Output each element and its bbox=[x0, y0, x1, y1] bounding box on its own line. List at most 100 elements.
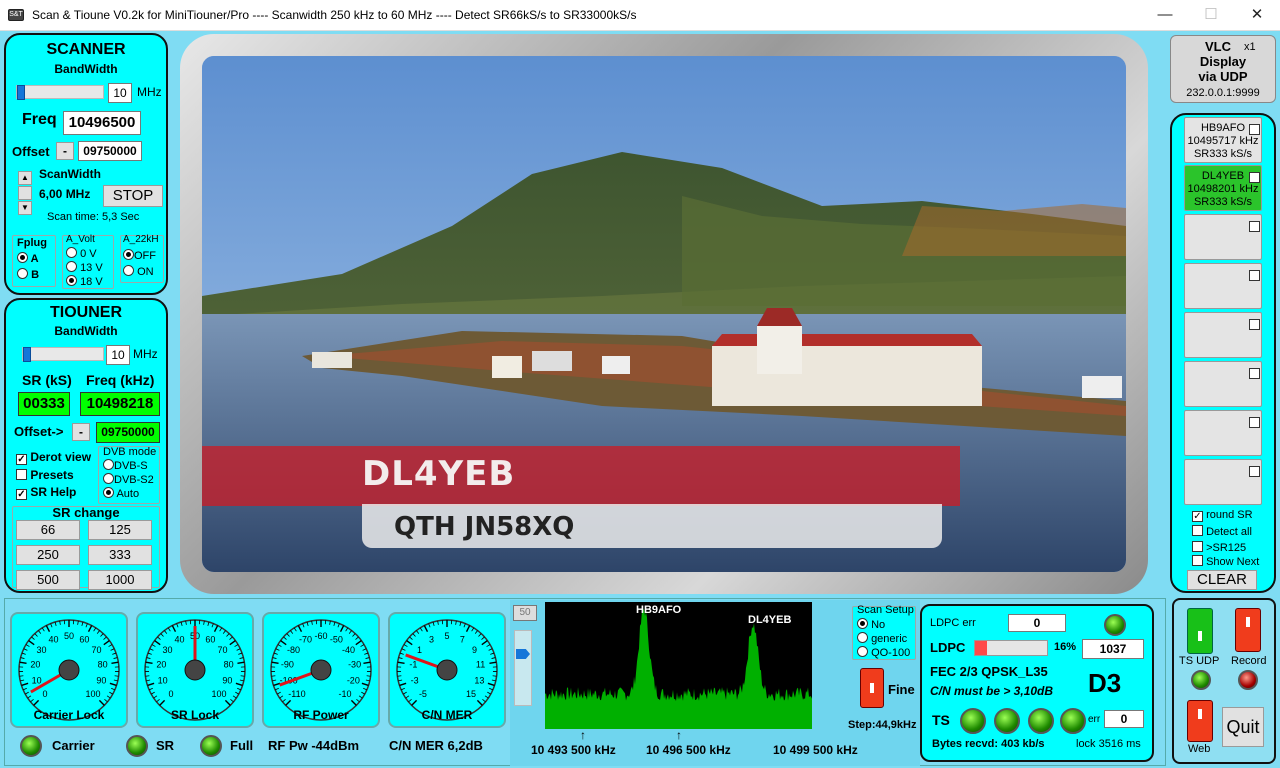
title-bar: S&T Scan & Tioune V0.2k for MiniTiouner/… bbox=[0, 0, 1280, 31]
dvb-s-option[interactable]: DVB-S bbox=[103, 459, 148, 472]
station-slot-4[interactable] bbox=[1184, 263, 1262, 309]
sr-button-66[interactable]: 66 bbox=[16, 520, 80, 540]
stop-button[interactable]: STOP bbox=[103, 185, 163, 207]
station-slot-7[interactable] bbox=[1184, 410, 1262, 456]
radio-icon[interactable] bbox=[17, 252, 28, 263]
scan-setup-generic[interactable]: generic bbox=[857, 632, 907, 645]
sr-help-checkbox[interactable]: ✓ SR Help bbox=[16, 485, 76, 500]
scanwidth-down-button[interactable]: ▼ bbox=[18, 201, 32, 215]
radio-icon[interactable] bbox=[857, 646, 868, 657]
video-display[interactable]: DL4YEB QTH JN58XQ bbox=[202, 56, 1126, 572]
minimize-button[interactable]: — bbox=[1142, 0, 1188, 31]
radio-icon[interactable] bbox=[66, 275, 77, 286]
radio-icon[interactable] bbox=[123, 249, 134, 260]
station-select-checkbox[interactable] bbox=[1249, 417, 1260, 428]
checkbox-icon[interactable] bbox=[16, 469, 27, 480]
slider-thumb[interactable] bbox=[23, 347, 31, 362]
sr125-checkbox[interactable]: >SR125 bbox=[1192, 541, 1246, 554]
sr-button-125[interactable]: 125 bbox=[88, 520, 152, 540]
tiouner-offset-value[interactable]: 09750000 bbox=[96, 422, 160, 443]
scan-setup-no[interactable]: No bbox=[857, 618, 885, 631]
radio-icon[interactable] bbox=[66, 261, 77, 272]
a22k-option-on[interactable]: ON bbox=[123, 265, 154, 278]
round-sr-checkbox[interactable]: ✓ round SR bbox=[1192, 509, 1253, 522]
quit-button[interactable]: Quit bbox=[1222, 707, 1264, 747]
dvb-s2-option[interactable]: DVB-S2 bbox=[103, 473, 154, 486]
station-slot-6[interactable] bbox=[1184, 361, 1262, 407]
close-button[interactable]: ✕ bbox=[1234, 0, 1280, 31]
spectrum-level-slider[interactable] bbox=[514, 630, 532, 706]
scanwidth-up-button[interactable]: ▲ bbox=[18, 171, 32, 185]
station-select-checkbox[interactable] bbox=[1249, 172, 1260, 183]
scanwidth-mid-button[interactable] bbox=[18, 186, 32, 200]
scanner-freq-input[interactable]: 10496500 bbox=[63, 111, 141, 135]
slider-thumb[interactable] bbox=[17, 85, 25, 100]
slider-thumb[interactable] bbox=[516, 649, 530, 659]
radio-icon[interactable] bbox=[123, 265, 134, 276]
checkbox-icon[interactable]: ✓ bbox=[1192, 511, 1203, 522]
web-toggle[interactable] bbox=[1187, 700, 1213, 742]
radio-icon[interactable] bbox=[66, 247, 77, 258]
scan-setup-qo100[interactable]: QO-100 bbox=[857, 646, 910, 659]
avolt-option-0[interactable]: 0 V bbox=[66, 247, 97, 260]
station-button-hb9afo[interactable]: HB9AFO 10495717 kHz SR333 kS/s bbox=[1184, 117, 1262, 163]
tiouner-offset-sign-button[interactable]: - bbox=[72, 423, 90, 441]
dvb-mode-label: DVB mode bbox=[103, 446, 157, 458]
station-select-checkbox[interactable] bbox=[1249, 221, 1260, 232]
radio-icon[interactable] bbox=[103, 487, 114, 498]
scanner-offset-sign-button[interactable]: - bbox=[56, 142, 74, 160]
checkbox-icon[interactable] bbox=[1192, 541, 1203, 552]
station-button-dl4yeb[interactable]: DL4YEB 10498201 kHz SR333 kS/s bbox=[1184, 165, 1262, 211]
sr-button-333[interactable]: 333 bbox=[88, 545, 152, 565]
toggle-handle bbox=[1198, 631, 1202, 641]
station-select-checkbox[interactable] bbox=[1249, 270, 1260, 281]
vlc-display-button[interactable]: VLC x1 Display via UDP 232.0.0.1:9999 bbox=[1170, 35, 1276, 103]
sr-button-500[interactable]: 500 bbox=[16, 570, 80, 590]
radio-icon[interactable] bbox=[103, 473, 114, 484]
sr-button-250[interactable]: 250 bbox=[16, 545, 80, 565]
station-select-checkbox[interactable] bbox=[1249, 466, 1260, 477]
scanner-offset-input[interactable]: 09750000 bbox=[78, 141, 142, 161]
record-toggle[interactable] bbox=[1235, 608, 1261, 652]
station-slot-3[interactable] bbox=[1184, 214, 1262, 260]
station-select-checkbox[interactable] bbox=[1249, 368, 1260, 379]
radio-icon[interactable] bbox=[103, 459, 114, 470]
maximize-button[interactable]: ☐ bbox=[1188, 0, 1234, 31]
station-slot-5[interactable] bbox=[1184, 312, 1262, 358]
sr-button-1000[interactable]: 1000 bbox=[88, 570, 152, 590]
tiouner-bandwidth-slider[interactable] bbox=[22, 347, 104, 362]
a22k-option-off[interactable]: OFF bbox=[123, 249, 156, 262]
gauge-tick-label: 100 bbox=[86, 689, 101, 699]
checkbox-icon[interactable]: ✓ bbox=[16, 454, 27, 465]
derot-view-checkbox[interactable]: ✓ Derot view bbox=[16, 450, 91, 465]
radio-icon[interactable] bbox=[857, 618, 868, 629]
station-select-checkbox[interactable] bbox=[1249, 124, 1260, 135]
tiouner-panel: TIOUNER BandWidth 10 MHz SR (kS) Freq (k… bbox=[4, 298, 168, 593]
ts-udp-toggle[interactable] bbox=[1187, 608, 1213, 654]
checkbox-icon[interactable] bbox=[1192, 525, 1203, 536]
fine-toggle[interactable] bbox=[860, 668, 884, 708]
spectrum-level-value[interactable]: 50 bbox=[513, 605, 537, 621]
avolt-option-13[interactable]: 13 V bbox=[66, 261, 103, 274]
presets-checkbox[interactable]: Presets bbox=[16, 468, 74, 482]
d3-label: D3 bbox=[1088, 668, 1122, 698]
detect-all-checkbox[interactable]: Detect all bbox=[1192, 525, 1252, 538]
scanner-bandwidth-value[interactable]: 10 bbox=[108, 83, 132, 103]
show-next-checkbox[interactable]: Show Next bbox=[1192, 555, 1259, 568]
radio-icon[interactable] bbox=[17, 268, 28, 279]
station-select-checkbox[interactable] bbox=[1249, 319, 1260, 330]
dvb-auto-option[interactable]: Auto bbox=[103, 487, 139, 500]
avolt-option-18[interactable]: 18 V bbox=[66, 275, 103, 288]
ldpc-bar bbox=[974, 640, 1048, 656]
fplug-option-b[interactable]: B bbox=[17, 268, 39, 281]
checkbox-icon[interactable] bbox=[1192, 555, 1203, 566]
gauge-label: C/N MER bbox=[421, 708, 473, 722]
checkbox-icon[interactable]: ✓ bbox=[16, 489, 27, 500]
scanner-bandwidth-slider[interactable] bbox=[16, 85, 104, 100]
station-slot-8[interactable] bbox=[1184, 459, 1262, 505]
clear-button[interactable]: CLEAR bbox=[1187, 570, 1257, 590]
sr-help-label: SR Help bbox=[30, 485, 77, 499]
tiouner-bandwidth-value[interactable]: 10 bbox=[106, 345, 130, 365]
radio-icon[interactable] bbox=[857, 632, 868, 643]
fplug-option-a[interactable]: A bbox=[17, 252, 39, 265]
